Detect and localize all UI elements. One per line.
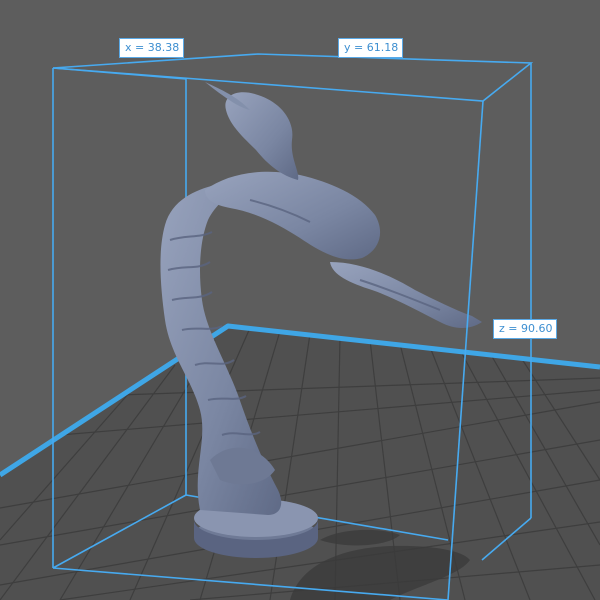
dimension-x-label: x = 38.38 — [119, 38, 184, 58]
build-plate — [0, 323, 600, 600]
build-plate-surface — [0, 326, 600, 600]
3d-viewport[interactable]: x = 38.38 y = 61.18 z = 90.60 — [0, 0, 600, 600]
model-torso — [205, 171, 381, 260]
scene-canvas[interactable] — [0, 0, 600, 600]
model-arm — [330, 262, 482, 328]
dimension-y-label: y = 61.18 — [338, 38, 403, 58]
model-head — [225, 92, 299, 180]
dimension-z-label: z = 90.60 — [493, 319, 557, 339]
